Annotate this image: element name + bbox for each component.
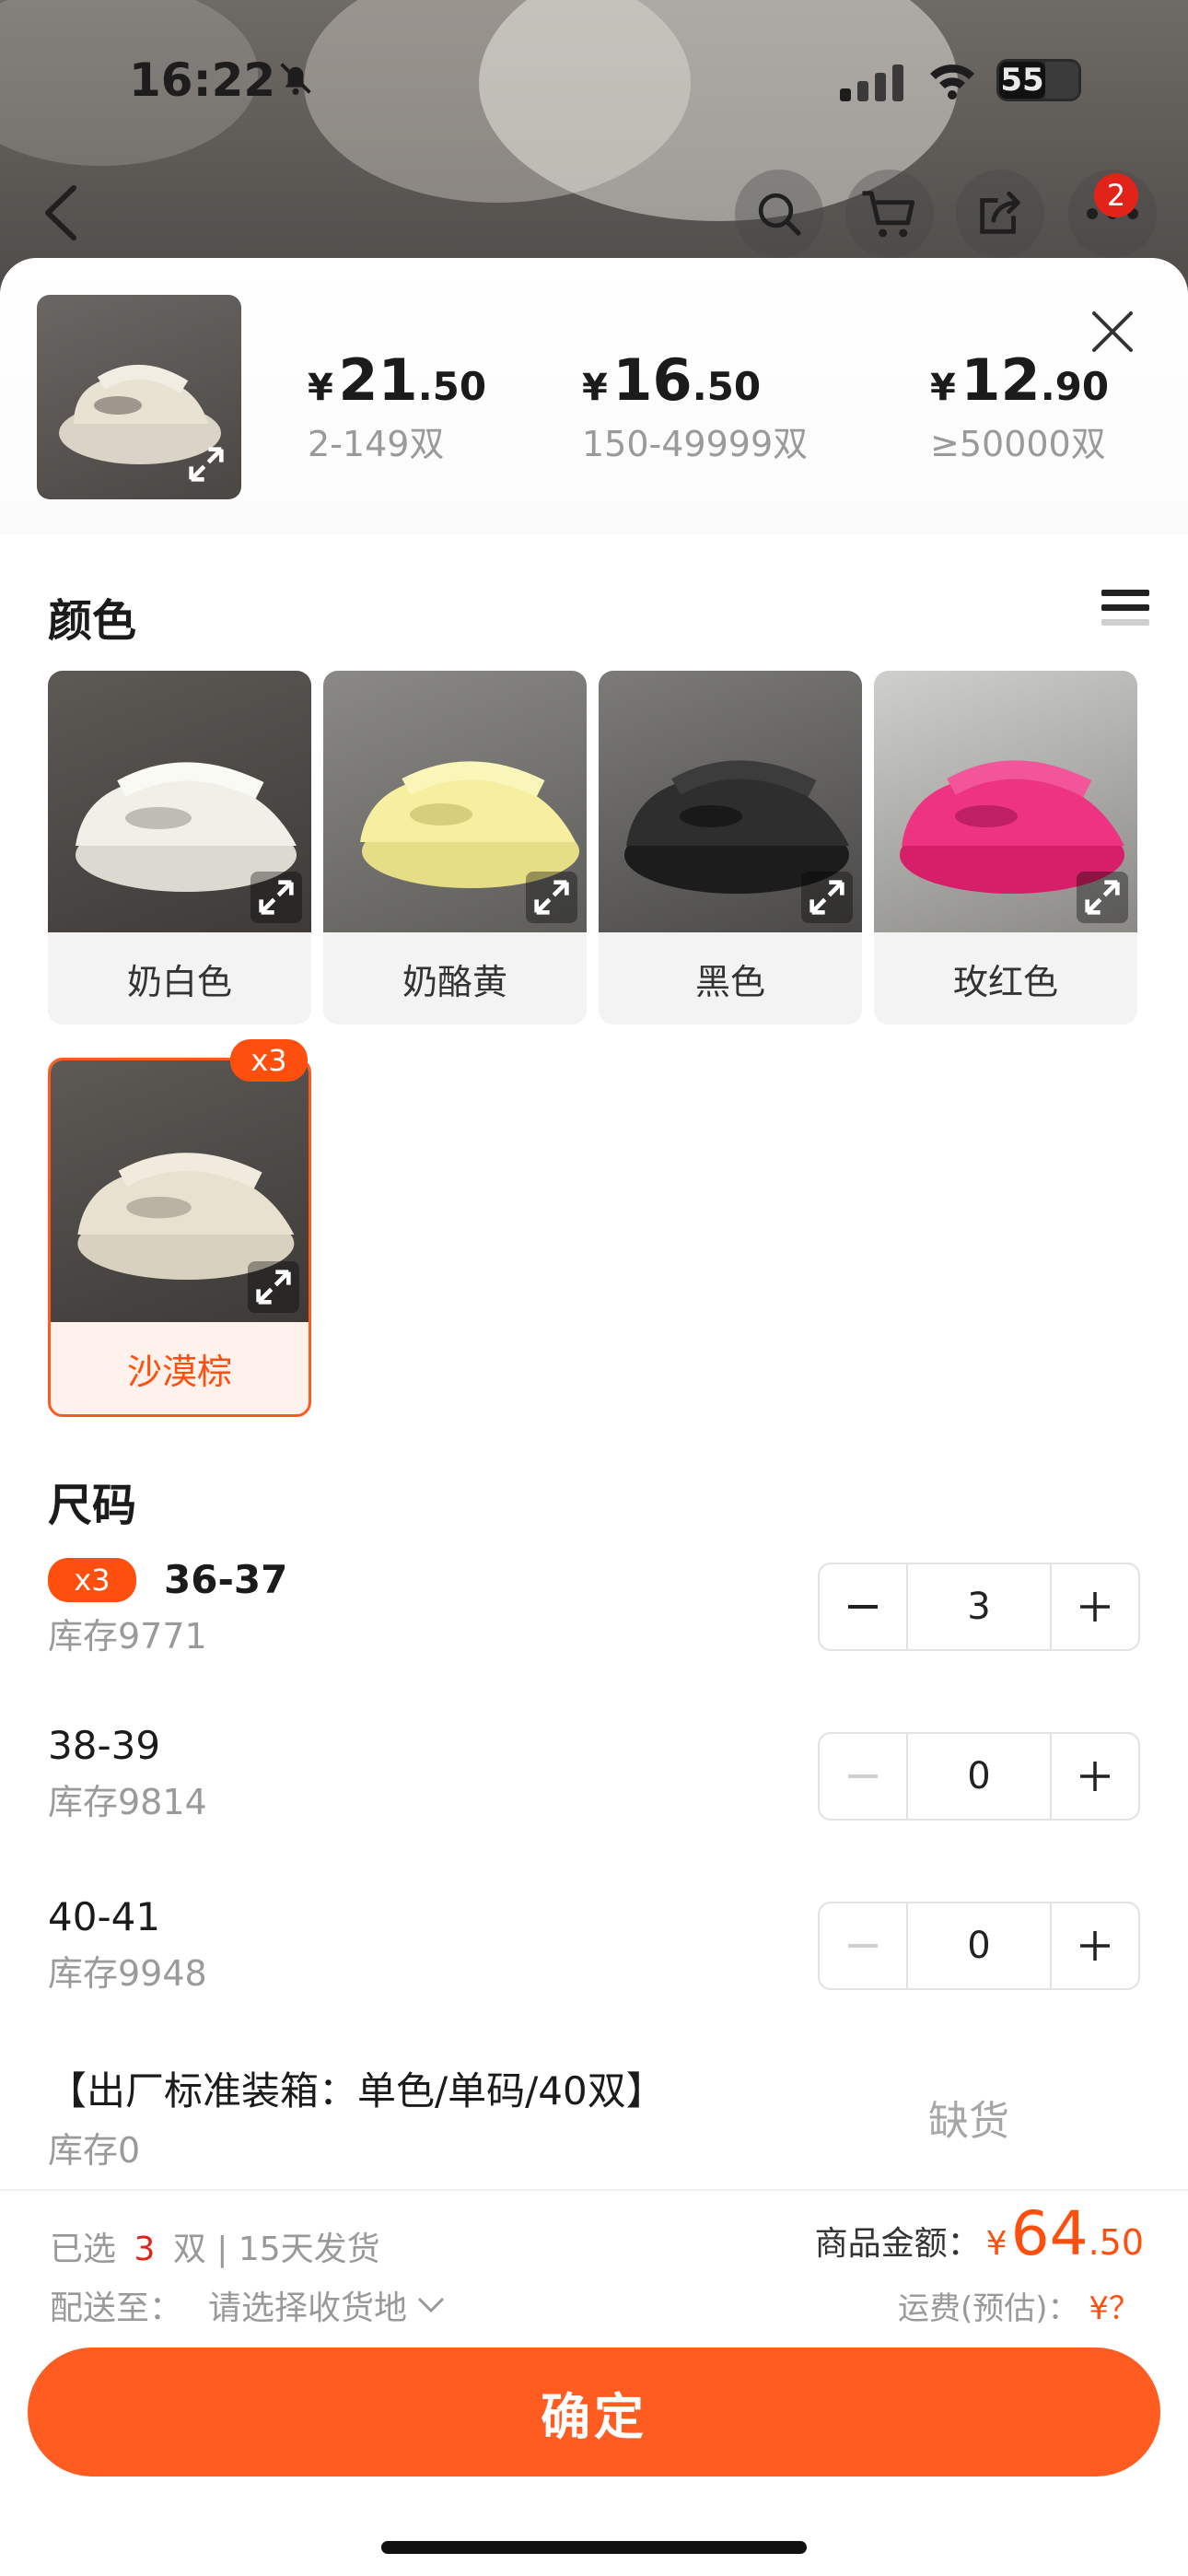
expand-icon[interactable] bbox=[248, 1261, 299, 1313]
amount-label: 商品金额： bbox=[814, 2225, 981, 2263]
color-swatch-image bbox=[599, 671, 862, 932]
quantity-value[interactable]: 0 bbox=[906, 1734, 1052, 1819]
color-section-title: 颜色 bbox=[48, 595, 137, 647]
bell-muted-icon bbox=[280, 63, 311, 95]
expand-icon[interactable] bbox=[181, 439, 232, 490]
signal-icon bbox=[840, 64, 903, 101]
plus-icon bbox=[1080, 1762, 1110, 1791]
notification-badge: 2 bbox=[1094, 173, 1138, 217]
color-option-label: 奶白色 bbox=[126, 961, 232, 1002]
increment-button[interactable] bbox=[1052, 1903, 1138, 1988]
list-view-icon[interactable] bbox=[1101, 586, 1149, 636]
freight-row: 运费(预估)： ¥？ bbox=[898, 2283, 1140, 2328]
minus-icon bbox=[848, 1774, 878, 1778]
color-swatch-image bbox=[51, 1060, 309, 1322]
selected-count-badge: x3 bbox=[230, 1039, 308, 1082]
color-option-cheese-yellow[interactable]: 奶酪黄 bbox=[323, 671, 587, 1025]
divider bbox=[0, 2189, 1188, 2191]
color-option-black[interactable]: 黑色 bbox=[599, 671, 862, 1025]
tier-range: ≥50000双 bbox=[930, 424, 1106, 464]
price-tier-2: ¥ 16.50 150-49999双 bbox=[582, 346, 808, 466]
amount-row: 商品金额： ¥ 64 .50 bbox=[814, 2198, 1144, 2269]
minus-icon bbox=[848, 1944, 878, 1948]
expand-icon[interactable] bbox=[801, 872, 853, 923]
color-option-label: 玫红色 bbox=[952, 961, 1058, 1002]
decrement-button[interactable] bbox=[820, 1564, 906, 1649]
cart-button[interactable] bbox=[845, 170, 934, 258]
product-thumbnail[interactable] bbox=[37, 295, 241, 499]
freight-label: 运费(预估)： bbox=[898, 2290, 1079, 2327]
expand-icon[interactable] bbox=[1077, 872, 1128, 923]
increment-button[interactable] bbox=[1052, 1734, 1138, 1819]
confirm-button[interactable]: 确定 bbox=[28, 2348, 1160, 2476]
size-name: 36-37 bbox=[164, 1557, 288, 1602]
tier-price: ¥ 21.50 bbox=[308, 346, 487, 414]
ship-to-value[interactable]: 请选择收货地 bbox=[208, 2281, 407, 2329]
price-tier-3: ¥ 12.90 ≥50000双 bbox=[930, 346, 1109, 466]
search-button[interactable] bbox=[735, 170, 823, 258]
tier-range: 150-49999双 bbox=[582, 424, 809, 464]
amount-integer: 64 bbox=[1010, 2198, 1089, 2269]
out-of-stock-label: 缺货 bbox=[928, 2098, 1009, 2145]
color-option-desert-brown[interactable]: 沙漠棕 bbox=[48, 1058, 311, 1417]
plus-icon bbox=[1080, 1592, 1110, 1622]
tier-price: ¥ 12.90 bbox=[930, 346, 1110, 414]
ship-to-label: 配送至： bbox=[50, 2289, 183, 2327]
battery-indicator: 55 bbox=[996, 59, 1081, 101]
plus-icon bbox=[1080, 1931, 1110, 1961]
quantity-value[interactable]: 0 bbox=[906, 1903, 1052, 1988]
freight-value: ¥？ bbox=[1089, 2290, 1140, 2327]
selected-summary: 已选 3 双 | 15天发货 bbox=[50, 2231, 380, 2268]
amount-decimal: .50 bbox=[1088, 2222, 1144, 2263]
color-option-label: 黑色 bbox=[694, 961, 765, 1002]
back-arrow-icon[interactable] bbox=[37, 181, 88, 245]
wifi-icon bbox=[930, 64, 974, 100]
color-swatch-image bbox=[323, 671, 587, 932]
quantity-value[interactable]: 3 bbox=[906, 1564, 1052, 1649]
battery-level: 55 bbox=[999, 62, 1045, 99]
search-icon bbox=[758, 193, 801, 236]
size-count-tag: x3 bbox=[48, 1557, 136, 1602]
home-indicator bbox=[381, 2541, 807, 2554]
color-option-rose-red[interactable]: 玫红色 bbox=[874, 671, 1137, 1025]
selected-count: 3 bbox=[134, 2231, 156, 2268]
expand-icon[interactable] bbox=[250, 872, 302, 923]
color-swatch-image bbox=[48, 671, 311, 932]
tier-price: ¥ 16.50 bbox=[582, 346, 762, 414]
price-tier-1: ¥ 21.50 2-149双 bbox=[308, 346, 486, 466]
increment-button[interactable] bbox=[1052, 1564, 1138, 1649]
color-option-milk-white[interactable]: 奶白色 bbox=[48, 671, 311, 1025]
chevron-down-icon bbox=[417, 2297, 445, 2313]
quantity-stepper[interactable]: 0 bbox=[818, 1902, 1140, 1990]
decrement-button[interactable] bbox=[820, 1734, 906, 1819]
color-option-label: 奶酪黄 bbox=[402, 961, 507, 1002]
color-option-label: 沙漠棕 bbox=[126, 1351, 232, 1392]
size-section-title: 尺码 bbox=[48, 1480, 137, 1531]
minus-icon bbox=[848, 1605, 878, 1609]
color-swatch-image bbox=[874, 671, 1137, 932]
expand-icon[interactable] bbox=[526, 872, 577, 923]
cart-icon bbox=[862, 191, 915, 238]
quantity-stepper[interactable]: 0 bbox=[818, 1732, 1140, 1821]
ship-to-row[interactable]: 配送至： 请选择收货地 bbox=[50, 2281, 446, 2329]
tier-range: 2-149双 bbox=[308, 424, 445, 464]
share-button[interactable] bbox=[956, 170, 1044, 258]
status-time: 16:22 bbox=[129, 53, 276, 107]
decrement-button[interactable] bbox=[820, 1903, 906, 1988]
quantity-stepper[interactable]: 3 bbox=[818, 1563, 1140, 1651]
share-icon bbox=[980, 191, 1020, 234]
sheet-header: ¥ 21.50 2-149双 ¥ 16.50 150-49999双 ¥ 12.9… bbox=[0, 258, 1188, 534]
